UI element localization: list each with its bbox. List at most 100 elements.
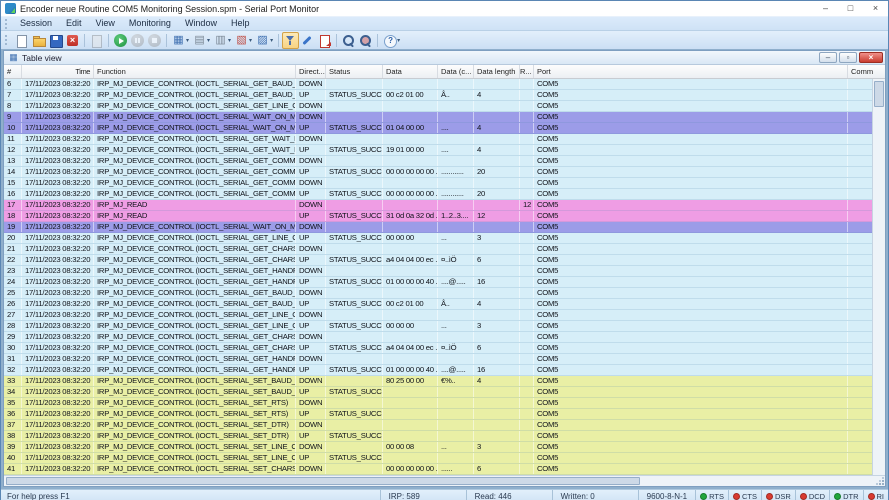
column-header-function[interactable]: Function [94, 65, 296, 78]
table-row[interactable]: 40 17/11/2023 08:32:20 IRP_MJ_DEVICE_CONTR… [4, 453, 872, 464]
table-row[interactable]: 41 17/11/2023 08:32:20 IRP_MJ_DEVICE_CONTR… [4, 464, 872, 475]
maximize-icon[interactable] [838, 1, 863, 16]
dump-view-button[interactable]: ▾ [212, 32, 233, 49]
table-row[interactable]: 31 17/11/2023 08:32:20 IRP_MJ_DEVICE_CONTR… [4, 354, 872, 365]
table-row[interactable]: 17 17/11/2023 08:32:20 IRP_MJ_READ DOWN 12 CO… [4, 200, 872, 211]
table-row[interactable]: 6 17/11/2023 08:32:20 IRP_MJ_DEVICE_CONTRO… [4, 79, 872, 90]
column-header-num[interactable]: # [4, 65, 22, 78]
column-header-data[interactable]: Data [383, 65, 438, 78]
cell-time: 17/11/2023 08:32:20 [22, 255, 94, 265]
table-row[interactable]: 19 17/11/2023 08:32:20 IRP_MJ_DEVICE_CONTR… [4, 222, 872, 233]
cell-status: STATUS_SUCCESS [326, 189, 383, 199]
table-row[interactable]: 22 17/11/2023 08:32:20 IRP_MJ_DEVICE_CONTR… [4, 255, 872, 266]
table-row[interactable]: 10 17/11/2023 08:32:20 IRP_MJ_DEVICE_CONTR… [4, 123, 872, 134]
menu-monitoring[interactable]: Monitoring [122, 17, 178, 30]
horizontal-scrollbar[interactable] [4, 475, 885, 486]
table-row[interactable]: 9 17/11/2023 08:32:20 IRP_MJ_DEVICE_CONTRO… [4, 112, 872, 123]
table-row[interactable]: 23 17/11/2023 08:32:20 IRP_MJ_DEVICE_CONTR… [4, 266, 872, 277]
vertical-scrollbar-thumb[interactable] [874, 81, 884, 107]
table-row[interactable]: 33 17/11/2023 08:32:20 IRP_MJ_DEVICE_CONTR… [4, 376, 872, 387]
column-header-port[interactable]: Port [534, 65, 848, 78]
table-row[interactable]: 36 17/11/2023 08:32:20 IRP_MJ_DEVICE_CONTR… [4, 409, 872, 420]
minimize-icon[interactable] [813, 1, 838, 16]
table-row[interactable]: 20 17/11/2023 08:32:20 IRP_MJ_DEVICE_CONTR… [4, 233, 872, 244]
menu-help[interactable]: Help [224, 17, 257, 30]
cell-function: IRP_MJ_DEVICE_CONTROL (IOCTL_SERIAL_SET_… [94, 420, 296, 430]
cell-comm [848, 387, 872, 397]
table-row[interactable]: 26 17/11/2023 08:32:20 IRP_MJ_DEVICE_CONTR… [4, 299, 872, 310]
line-view-button[interactable]: ▾ [191, 32, 212, 49]
table-row[interactable]: 34 17/11/2023 08:32:20 IRP_MJ_DEVICE_CONTR… [4, 387, 872, 398]
cell-comm [848, 200, 872, 210]
table-row[interactable]: 11 17/11/2023 08:32:20 IRP_MJ_DEVICE_CONTR… [4, 134, 872, 145]
table-row[interactable]: 16 17/11/2023 08:32:20 IRP_MJ_DEVICE_CONTR… [4, 189, 872, 200]
cell-direction: DOWN [296, 354, 326, 364]
table-row[interactable]: 37 17/11/2023 08:32:20 IRP_MJ_DEVICE_CONTR… [4, 420, 872, 431]
table-row[interactable]: 15 17/11/2023 08:32:20 IRP_MJ_DEVICE_CONTR… [4, 178, 872, 189]
cell-num: 31 [4, 354, 22, 364]
table-row[interactable]: 38 17/11/2023 08:32:20 IRP_MJ_DEVICE_CONTR… [4, 431, 872, 442]
menu-edit[interactable]: Edit [59, 17, 89, 30]
table-row[interactable]: 29 17/11/2023 08:32:20 IRP_MJ_DEVICE_CONTR… [4, 332, 872, 343]
cell-data: 01 00 00 00 40 ... [383, 365, 438, 375]
table-view-icon [8, 52, 19, 63]
column-header-chars[interactable]: Data (c... [438, 65, 474, 78]
column-header-direction[interactable]: Direct... [296, 65, 326, 78]
resize-grip[interactable] [876, 477, 884, 485]
cell-data [383, 453, 438, 463]
status-dot-icon [765, 493, 773, 500]
help-button[interactable]: ▾ [381, 32, 402, 49]
column-header-comm[interactable]: Comm [848, 65, 873, 78]
table-row[interactable]: 32 17/11/2023 08:32:20 IRP_MJ_DEVICE_CONTR… [4, 365, 872, 376]
table-row[interactable]: 25 17/11/2023 08:32:20 IRP_MJ_DEVICE_CONTR… [4, 288, 872, 299]
table-view-button[interactable]: ▾ [170, 32, 191, 49]
table-row[interactable]: 14 17/11/2023 08:32:20 IRP_MJ_DEVICE_CONTR… [4, 167, 872, 178]
cell-direction: UP [296, 343, 326, 353]
cell-comm [848, 90, 872, 100]
table-row[interactable]: 39 17/11/2023 08:32:20 IRP_MJ_DEVICE_CONTR… [4, 442, 872, 453]
table-row[interactable]: 28 17/11/2023 08:32:20 IRP_MJ_DEVICE_CONTR… [4, 321, 872, 332]
cell-direction: DOWN [296, 442, 326, 452]
column-header-request[interactable]: R... [520, 65, 534, 78]
menu-session[interactable]: Session [13, 17, 59, 30]
zoom-in-button[interactable] [340, 32, 357, 49]
table-row[interactable]: 35 17/11/2023 08:32:20 IRP_MJ_DEVICE_CONTR… [4, 398, 872, 409]
table-row[interactable]: 18 17/11/2023 08:32:20 IRP_MJ_READ UP STATUS… [4, 211, 872, 222]
child-close-icon[interactable] [859, 52, 883, 63]
child-minimize-icon[interactable] [819, 52, 837, 63]
send-view-button[interactable]: ▾ [233, 32, 254, 49]
start-monitoring-button[interactable] [112, 32, 129, 49]
child-restore-icon[interactable] [839, 52, 857, 63]
table-row[interactable]: 24 17/11/2023 08:32:20 IRP_MJ_DEVICE_CONTR… [4, 277, 872, 288]
column-header-length[interactable]: Data length [474, 65, 520, 78]
status-bar: For help press F1 IRP: 589 Read: 446 Wri… [1, 489, 888, 500]
clear-data-button[interactable] [316, 32, 333, 49]
filter-button[interactable] [282, 31, 300, 49]
table-row[interactable]: 30 17/11/2023 08:32:20 IRP_MJ_DEVICE_CONTR… [4, 343, 872, 354]
capture-options-button[interactable] [299, 32, 316, 49]
cell-length: 16 [474, 365, 520, 375]
vertical-scrollbar[interactable] [872, 79, 885, 475]
open-session-button[interactable] [30, 32, 47, 49]
table-row[interactable]: 21 17/11/2023 08:32:20 IRP_MJ_DEVICE_CONTR… [4, 244, 872, 255]
horizontal-scrollbar-thumb[interactable] [6, 477, 641, 485]
cell-num: 36 [4, 409, 22, 419]
close-icon[interactable] [863, 1, 888, 16]
column-header-time[interactable]: Time [22, 65, 94, 78]
table-row[interactable]: 13 17/11/2023 08:32:20 IRP_MJ_DEVICE_CONTR… [4, 156, 872, 167]
new-session-button[interactable] [13, 32, 30, 49]
close-session-button[interactable] [64, 32, 81, 49]
table-row[interactable]: 12 17/11/2023 08:32:20 IRP_MJ_DEVICE_CONTR… [4, 145, 872, 156]
zoom-out-button[interactable] [357, 32, 374, 49]
terminal-view-button[interactable]: ▾ [254, 32, 275, 49]
table-row[interactable]: 8 17/11/2023 08:32:20 IRP_MJ_DEVICE_CONTRO… [4, 101, 872, 112]
cell-function: IRP_MJ_DEVICE_CONTROL (IOCTL_SERIAL_GET_… [94, 167, 296, 177]
cell-chars: €%.. [438, 376, 474, 386]
cell-time: 17/11/2023 08:32:20 [22, 277, 94, 287]
menu-window[interactable]: Window [178, 17, 224, 30]
table-row[interactable]: 27 17/11/2023 08:32:20 IRP_MJ_DEVICE_CONTR… [4, 310, 872, 321]
table-row[interactable]: 7 17/11/2023 08:32:20 IRP_MJ_DEVICE_CONTRO… [4, 90, 872, 101]
save-session-button[interactable] [47, 32, 64, 49]
menu-view[interactable]: View [89, 17, 122, 30]
column-header-status[interactable]: Status [326, 65, 383, 78]
